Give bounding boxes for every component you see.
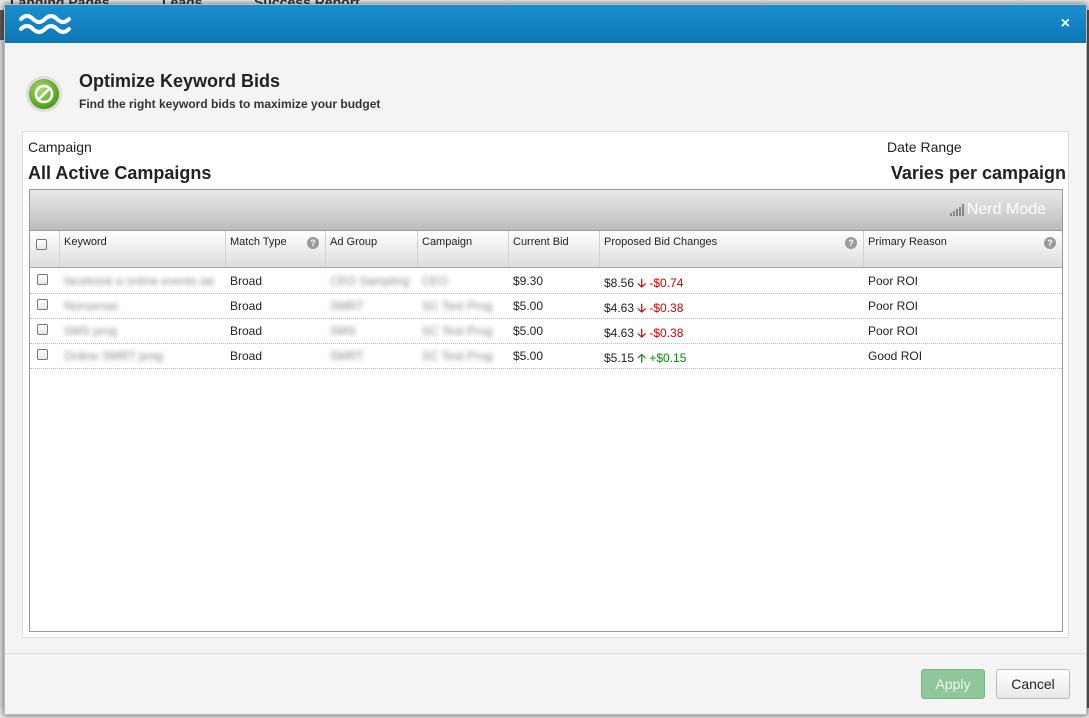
help-icon[interactable]: ? xyxy=(845,237,857,249)
column-header-ad-group[interactable]: Ad Group xyxy=(326,231,418,267)
signal-bars-icon xyxy=(949,204,965,216)
proposed-bid-value: $4.63 xyxy=(604,301,635,315)
current-bid-cell: $5.00 xyxy=(513,299,544,313)
keyword-cell: facebook a online events ad xyxy=(64,274,214,288)
column-header-proposed-bid[interactable]: Proposed Bid Changes ? xyxy=(600,231,864,267)
campaign-value: All Active Campaigns xyxy=(28,163,212,183)
proposed-bid-value: $4.63 xyxy=(604,326,635,340)
ad-group-cell: SMS xyxy=(330,324,357,338)
footer-divider xyxy=(5,653,1086,654)
dialog-titlebar: × xyxy=(5,5,1086,43)
bid-change-value: -$0.74 xyxy=(649,276,684,290)
row-select-cell xyxy=(30,268,60,293)
proposed-bid-cell: $4.63 🡣 -$0.38 xyxy=(600,318,864,343)
table-row[interactable]: Nonsense Broad SMRT SC Test Prog $5.00 $… xyxy=(30,293,1062,319)
row-checkbox[interactable] xyxy=(37,299,48,310)
column-header-campaign[interactable]: Campaign xyxy=(418,231,509,267)
date-range-label: Date Range xyxy=(887,139,962,155)
proposed-bid-cell: $4.63 🡣 -$0.38 xyxy=(600,293,864,318)
select-all-checkbox[interactable] xyxy=(36,239,47,250)
proposed-bid-value: $8.56 xyxy=(604,276,635,290)
row-checkbox[interactable] xyxy=(37,349,48,360)
grid-toolbar: Nerd Mode xyxy=(30,190,1062,231)
grid-header-row: Keyword Match Type ? Ad Group Campaign C… xyxy=(30,231,1062,268)
match-type-cell: Broad xyxy=(230,349,263,363)
bid-change-value: -$0.38 xyxy=(649,301,684,315)
row-select-cell xyxy=(30,318,60,343)
column-header-primary-reason[interactable]: Primary Reason ? xyxy=(864,231,1062,267)
dialog-header: Optimize Keyword Bids Find the right key… xyxy=(25,69,825,119)
dialog-subtitle: Find the right keyword bids to maximize … xyxy=(79,97,381,111)
nerd-mode-toggle[interactable]: Nerd Mode xyxy=(949,201,1046,219)
primary-reason-cell: Good ROI xyxy=(868,349,923,363)
select-all-cell xyxy=(30,231,60,267)
keyword-bids-grid: Nerd Mode Keyword Match Type ? Ad Group … xyxy=(29,189,1063,632)
campaign-cell: SC Test Prog xyxy=(422,349,493,363)
campaign-cell: SC Test Prog xyxy=(422,324,493,338)
ad-group-cell: SMRT xyxy=(330,349,364,363)
keyword-cell: Online SMRT prog xyxy=(64,349,163,363)
row-select-cell xyxy=(30,293,60,318)
campaign-label: Campaign xyxy=(28,139,92,155)
row-select-cell xyxy=(30,343,60,368)
help-icon[interactable]: ? xyxy=(1044,237,1056,249)
current-bid-cell: $5.00 xyxy=(513,349,544,363)
optimize-bids-dialog: × Optimize Keyword Bids Find the right k… xyxy=(4,4,1087,715)
primary-reason-cell: Poor ROI xyxy=(868,274,919,288)
column-header-match-type[interactable]: Match Type ? xyxy=(226,231,326,267)
match-type-cell: Broad xyxy=(230,274,263,288)
ad-group-cell: CEO Sampling xyxy=(330,274,410,288)
optimize-badge-icon xyxy=(26,76,62,112)
date-range-value: Varies per campaign xyxy=(890,163,1066,183)
campaign-cell: SC Test Prog xyxy=(422,299,493,313)
current-bid-cell: $9.30 xyxy=(513,274,544,288)
column-header-current-bid[interactable]: Current Bid xyxy=(509,231,600,267)
ad-group-cell: SMRT xyxy=(330,299,364,313)
wave-logo-icon xyxy=(19,14,71,34)
row-checkbox[interactable] xyxy=(37,274,48,285)
arrow-up-icon: 🡡 xyxy=(637,351,646,365)
column-header-keyword[interactable]: Keyword xyxy=(60,231,226,267)
primary-reason-cell: Poor ROI xyxy=(868,299,919,313)
arrow-down-icon: 🡣 xyxy=(637,326,646,340)
close-icon[interactable]: × xyxy=(1061,16,1070,32)
table-row[interactable]: SMS prog Broad SMS SC Test Prog $5.00 $4… xyxy=(30,318,1062,344)
apply-button[interactable]: Apply xyxy=(921,669,985,699)
bids-panel: Campaign All Active Campaigns Date Range… xyxy=(22,131,1069,638)
keyword-cell: Nonsense xyxy=(64,299,119,313)
table-row[interactable]: facebook a online events ad Broad CEO Sa… xyxy=(30,268,1062,294)
keyword-cell: SMS prog xyxy=(64,324,118,338)
bid-change-value: -$0.38 xyxy=(649,326,684,340)
proposed-bid-cell: $5.15 🡡 +$0.15 xyxy=(600,343,864,368)
dialog-title: Optimize Keyword Bids xyxy=(79,71,281,91)
campaign-cell: CEO xyxy=(422,274,449,288)
proposed-bid-cell: $8.56 🡣 -$0.74 xyxy=(600,268,864,293)
match-type-cell: Broad xyxy=(230,299,263,313)
nerd-mode-label: Nerd Mode xyxy=(966,201,1046,218)
match-type-cell: Broad xyxy=(230,324,263,338)
bid-change-value: +$0.15 xyxy=(649,351,687,365)
arrow-down-icon: 🡣 xyxy=(637,301,646,315)
arrow-down-icon: 🡣 xyxy=(637,276,646,290)
row-checkbox[interactable] xyxy=(37,324,48,335)
proposed-bid-value: $5.15 xyxy=(604,351,635,365)
table-row[interactable]: Online SMRT prog Broad SMRT SC Test Prog… xyxy=(30,343,1062,369)
primary-reason-cell: Poor ROI xyxy=(868,324,919,338)
help-icon[interactable]: ? xyxy=(307,237,319,249)
current-bid-cell: $5.00 xyxy=(513,324,544,338)
cancel-button[interactable]: Cancel xyxy=(996,669,1070,699)
